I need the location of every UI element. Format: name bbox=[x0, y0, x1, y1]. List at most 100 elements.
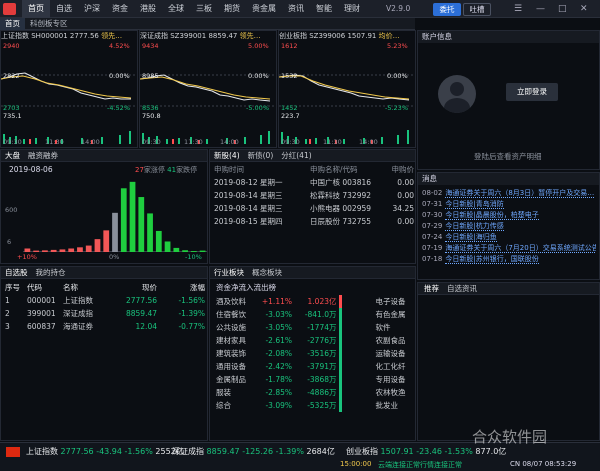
table-row[interactable]: 2019-08-12 星期一 中国广核 003816 0.00 bbox=[214, 176, 414, 189]
tab-new-stock[interactable]: 新股(4) bbox=[214, 151, 240, 160]
table-row[interactable]: 住宿餐饮 -3.03% -841.0万 有色金属 bbox=[216, 308, 414, 321]
message-link[interactable]: 海通证券关于周六（7月20日）交易系统测试公告 bbox=[445, 244, 596, 253]
x-axis-right: -10% bbox=[185, 253, 202, 261]
menu-futures[interactable]: 期货 bbox=[218, 0, 246, 18]
menu-hushen[interactable]: 沪深 bbox=[78, 0, 106, 18]
sector-name: 金属制品 bbox=[216, 375, 246, 384]
ipo-name: 松霖科技 bbox=[310, 191, 340, 200]
ipo-table: 申购时间 申购名称/代码 申购价 2019-08-12 星期一 中国广核 0038… bbox=[214, 163, 414, 228]
row-no: 2 bbox=[5, 309, 10, 318]
ipo-weekday: 星期四 bbox=[259, 217, 283, 226]
menu-sanban[interactable]: 三板 bbox=[190, 0, 218, 18]
table-row[interactable]: 综合 -3.09% -5325万 批发业 bbox=[216, 399, 414, 412]
message-link[interactable]: 今日新股|晶晨股份，柏楚电子 bbox=[445, 211, 539, 220]
message-item[interactable]: 07-31 今日新股|青岛消防 bbox=[422, 199, 596, 210]
sector-subtitle: 资金净流入流出榜 bbox=[216, 283, 276, 292]
mid-pct: 0.00% bbox=[387, 72, 408, 80]
index-header: 上证指数 SH000001 2777.56 领先… bbox=[1, 32, 123, 40]
login-hint: 登陆后查看资产明细 bbox=[474, 152, 542, 161]
tab-dividend[interactable]: 分红(41) bbox=[281, 151, 311, 160]
tab-holdings[interactable]: 我的持仓 bbox=[36, 268, 66, 277]
ticker-sh[interactable]: 上证指数 2777.56 -43.94 -1.56% 2552亿 bbox=[26, 445, 184, 459]
sector-flow: -3791万 bbox=[292, 360, 342, 373]
table-row[interactable]: 建材家具 -2.61% -2776万 农副食品 bbox=[216, 334, 414, 347]
ipo-price: 0.00 bbox=[397, 178, 414, 187]
table-row[interactable]: 2019-08-14 星期三 松霖科技 732992 0.00 bbox=[214, 189, 414, 202]
maximize-icon[interactable]: □ bbox=[558, 2, 567, 16]
hi-pct: 5.00% bbox=[248, 42, 269, 50]
message-item[interactable]: 07-24 今日新股|海归鱼 bbox=[422, 232, 596, 243]
menu-global[interactable]: 全球 bbox=[162, 0, 190, 18]
table-row[interactable]: 金属制品 -1.78% -3868万 专用设备 bbox=[216, 373, 414, 386]
message-link[interactable]: 海通证券关于周六（8月3日）暂停开户及交易… bbox=[445, 189, 595, 198]
menu-metal[interactable]: 贵金属 bbox=[246, 0, 282, 18]
ticker-sz[interactable]: 深证成指 8859.47 -125.26 -1.39% 2684亿 bbox=[172, 445, 335, 459]
ticker-cyb[interactable]: 创业板指 1507.91 -23.46 -1.53% 877.0亿 bbox=[346, 445, 506, 459]
menu-finance[interactable]: 理财 bbox=[338, 0, 366, 18]
table-row[interactable]: 2 399001 深证成指 8859.47 -1.39% bbox=[5, 307, 205, 320]
message-link[interactable]: 今日新股|杭力传感 bbox=[445, 222, 504, 231]
top-toolbar: 首页 自选 沪深 资金 港股 全球 三板 期货 贵金属 资讯 智能 理财 V2.… bbox=[0, 0, 600, 18]
message-item[interactable]: 08-02 海通证券关于周六（8月3日）暂停开户及交易… bbox=[422, 188, 596, 199]
tab-watchlist[interactable]: 自选股 bbox=[5, 268, 28, 277]
index-panel-cyb[interactable]: 创业板指 SZ399006 1507.91 均价… 1612 5.23% 153… bbox=[278, 30, 416, 148]
mid-label: 8985 bbox=[142, 72, 159, 80]
tab-my-news[interactable]: 自选资讯 bbox=[447, 284, 477, 293]
table-row[interactable]: 建筑装饰 -2.08% -3516万 运输设备 bbox=[216, 347, 414, 360]
tab-new-bond[interactable]: 新债(0) bbox=[248, 151, 274, 160]
tab-dapan[interactable]: 大盘 bbox=[5, 151, 20, 160]
login-button[interactable]: 立即登录 bbox=[506, 83, 558, 101]
tab-star-market[interactable]: 科创板专区 bbox=[25, 18, 73, 30]
index-header: 创业板指 SZ399006 1507.91 均价… bbox=[279, 32, 400, 40]
tab-industry[interactable]: 行业板块 bbox=[214, 268, 244, 277]
index-panel-sz[interactable]: 深证成指 SZ399001 8859.47 领先… 9434 5.00% 898… bbox=[139, 30, 277, 148]
message-link[interactable]: 今日新股|海归鱼 bbox=[445, 233, 497, 242]
table-row[interactable]: 通用设备 -2.42% -3791万 化工化纤 bbox=[216, 360, 414, 373]
menu-hk[interactable]: 港股 bbox=[134, 0, 162, 18]
ipo-tabs: 新股(4) 新债(0) 分红(41) bbox=[210, 150, 415, 162]
table-row[interactable]: 2019-08-15 星期四 日辰股份 732755 0.00 bbox=[214, 215, 414, 228]
account-title: 账户信息 bbox=[418, 31, 599, 43]
menu-news[interactable]: 资讯 bbox=[282, 0, 310, 18]
table-row[interactable]: 2019-08-14 星期三 小熊电器 002959 34.25 bbox=[214, 202, 414, 215]
close-icon[interactable]: ✕ bbox=[580, 2, 588, 16]
index-header: 深证成指 SZ399001 8859.47 领先… bbox=[140, 32, 261, 40]
table-row[interactable]: 酒及饮料 +1.11% 1.023亿 电子设备 bbox=[216, 295, 414, 308]
avatar-icon bbox=[438, 75, 476, 113]
tab-recommend[interactable]: 推荐 bbox=[424, 284, 439, 293]
menu-funds[interactable]: 资金 bbox=[106, 0, 134, 18]
message-link[interactable]: 今日新股|青岛消防 bbox=[445, 200, 504, 209]
stock-pct: -0.77% bbox=[178, 322, 205, 331]
message-date: 08-02 bbox=[422, 189, 443, 197]
entrust-button[interactable]: 委托 bbox=[433, 3, 461, 16]
breadth-bar bbox=[24, 248, 31, 252]
menu-icon[interactable]: ☰ bbox=[514, 2, 522, 16]
tab-concept[interactable]: 概念板块 bbox=[252, 268, 282, 277]
vol-label: 735.1 bbox=[3, 112, 22, 120]
message-link[interactable]: 今日新股|苏州银行，国联股份 bbox=[445, 255, 539, 264]
limit-counts: 27家涨停 41家跌停 bbox=[135, 166, 198, 174]
tab-margin[interactable]: 融资融券 bbox=[28, 151, 58, 160]
message-item[interactable]: 07-30 今日新股|晶晨股份，柏楚电子 bbox=[422, 210, 596, 221]
table-row[interactable]: 3 600837 海通证券 12.04 -0.77% bbox=[5, 320, 205, 333]
minimize-icon[interactable]: — bbox=[536, 2, 545, 16]
breadth-bar bbox=[164, 241, 171, 252]
menu-smart[interactable]: 智能 bbox=[310, 0, 338, 18]
table-row[interactable]: 服装 -2.85% -4886万 农林牧渔 bbox=[216, 386, 414, 399]
menu-home[interactable]: 首页 bbox=[22, 0, 50, 18]
message-item[interactable]: 07-18 今日新股|苏州银行，国联股份 bbox=[422, 254, 596, 265]
stock-code: 000001 bbox=[27, 296, 56, 305]
feedback-button[interactable]: 吐槽 bbox=[463, 3, 491, 16]
index-panel-sh[interactable]: 上证指数 SH000001 2777.56 领先… 2940 4.52% 282… bbox=[0, 30, 138, 148]
message-item[interactable]: 07-29 今日新股|杭力传感 bbox=[422, 221, 596, 232]
time-label: 11:30 bbox=[323, 138, 342, 146]
message-item[interactable]: 07-19 海通证券关于周六（7月20日）交易系统测试公告 bbox=[422, 243, 596, 254]
menu-watchlist[interactable]: 自选 bbox=[50, 0, 78, 18]
lo-label: 8536 bbox=[142, 104, 159, 112]
news-tabs: 推荐 自选资讯 bbox=[418, 283, 599, 295]
table-row[interactable]: 1 000001 上证指数 2777.56 -1.56% bbox=[5, 294, 205, 307]
time-label: 14:00 bbox=[220, 138, 239, 146]
tab-home[interactable]: 首页 bbox=[0, 18, 25, 30]
table-row[interactable]: 公共设施 -3.05% -1774万 软件 bbox=[216, 321, 414, 334]
sector-flow: -1774万 bbox=[292, 321, 342, 334]
